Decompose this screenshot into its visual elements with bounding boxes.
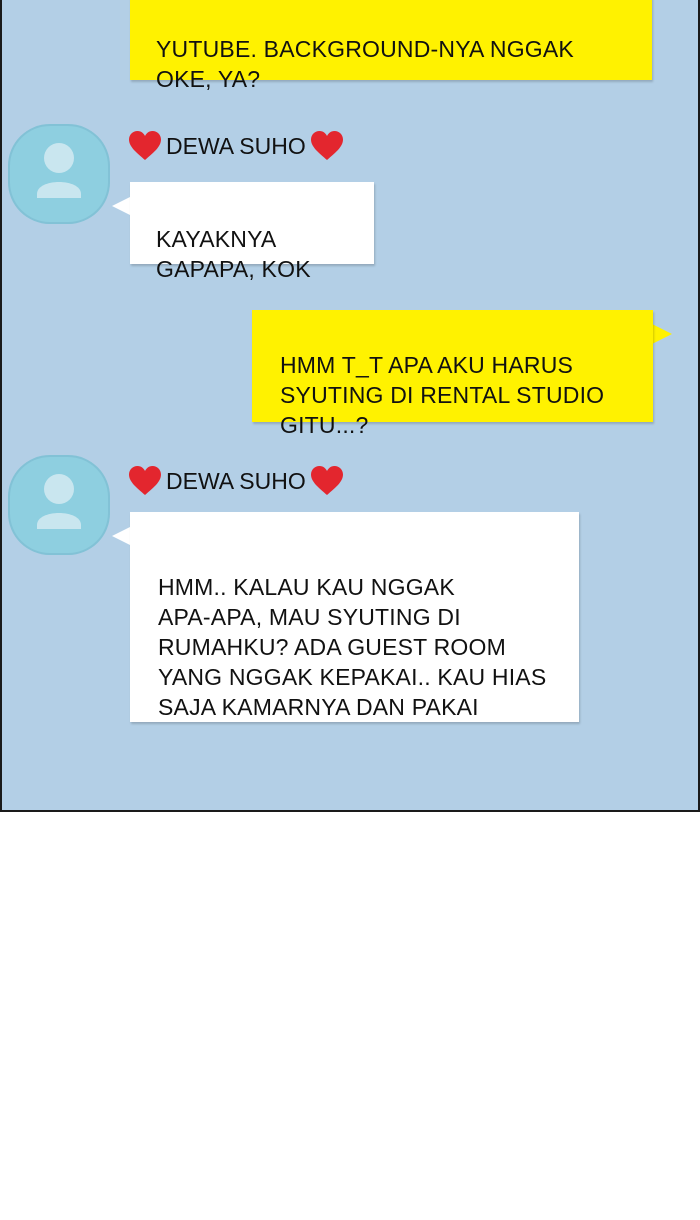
heart-icon bbox=[310, 131, 343, 160]
heart-icon bbox=[129, 131, 161, 160]
user-silhouette-icon bbox=[37, 474, 81, 529]
their-message-bubble[interactable]: HMM.. KALAU KAU NGGAK APA-APA, MAU SYUTI… bbox=[130, 512, 579, 722]
sender-name: DEWA SUHO bbox=[128, 465, 344, 497]
chat-panel[interactable]: YUTUBE. BACKGROUND-NYA NGGAK OKE, YA? DE… bbox=[0, 0, 700, 812]
sender-name-label: DEWA SUHO bbox=[166, 132, 306, 159]
sender-name-label: DEWA SUHO bbox=[166, 467, 306, 494]
heart-icon bbox=[310, 466, 343, 495]
sender-name: DEWA SUHO bbox=[128, 130, 344, 162]
message-text: YUTUBE. BACKGROUND-NYA NGGAK OKE, YA? bbox=[156, 36, 574, 92]
user-silhouette-icon bbox=[37, 143, 81, 198]
message-text: HMM T_T APA AKU HARUS SYUTING DI RENTAL … bbox=[280, 352, 605, 438]
avatar[interactable] bbox=[8, 124, 110, 224]
bubble-tail bbox=[112, 526, 132, 546]
avatar[interactable] bbox=[8, 455, 110, 555]
their-message-bubble[interactable]: KAYAKNYA GAPAPA, KOK bbox=[130, 182, 374, 282]
heart-icon bbox=[129, 466, 161, 495]
bubble-tail bbox=[112, 196, 132, 216]
bubble-tail bbox=[652, 324, 672, 344]
message-text: KAYAKNYA GAPAPA, KOK bbox=[156, 226, 311, 282]
my-message-bubble[interactable]: YUTUBE. BACKGROUND-NYA NGGAK OKE, YA? bbox=[130, 0, 652, 92]
message-text: HMM.. KALAU KAU NGGAK APA-APA, MAU SYUTI… bbox=[158, 574, 547, 720]
my-message-bubble[interactable]: HMM T_T APA AKU HARUS SYUTING DI RENTAL … bbox=[252, 310, 653, 438]
